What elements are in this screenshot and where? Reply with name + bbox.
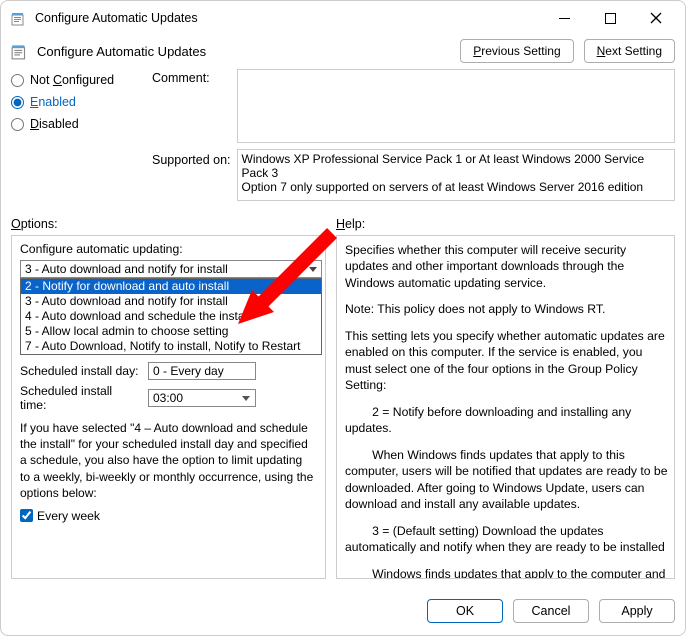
policy-icon	[11, 42, 29, 60]
window-title: Configure Automatic Updates	[35, 11, 541, 25]
minimize-button[interactable]	[541, 3, 587, 33]
dropdown-item[interactable]: 7 - Auto Download, Notify to install, No…	[21, 339, 321, 354]
apply-button[interactable]: Apply	[599, 599, 675, 623]
comment-label: Comment:	[152, 69, 231, 85]
help-text: Specifies whether this computer will rec…	[345, 242, 670, 291]
update-mode-dropdown-list[interactable]: 2 - Notify for download and auto install…	[20, 278, 322, 355]
maximize-button[interactable]	[587, 3, 633, 33]
sched-time-select[interactable]: 03:00	[148, 389, 256, 407]
supported-on-box[interactable]: Windows XP Professional Service Pack 1 o…	[237, 149, 675, 201]
sched-day-label: Scheduled install day:	[20, 364, 140, 378]
previous-setting-button[interactable]: Previous Setting	[460, 39, 573, 63]
sched-time-label: Scheduled install time:	[20, 384, 140, 412]
close-button[interactable]	[633, 3, 679, 33]
help-text: Windows finds updates that apply to the …	[345, 566, 670, 580]
btn-lbl: ext Setting	[605, 44, 662, 58]
help-panel[interactable]: Specifies whether this computer will rec…	[336, 235, 675, 579]
help-text: When Windows finds updates that apply to…	[345, 447, 670, 513]
titlebar[interactable]: Configure Automatic Updates	[1, 1, 685, 35]
options-panel[interactable]: Configure automatic updating: 3 - Auto d…	[11, 235, 326, 579]
policy-icon	[11, 10, 27, 26]
schedule-blurb: If you have selected "4 – Auto download …	[20, 420, 315, 501]
options-label: Options:	[11, 217, 326, 231]
header-title: Configure Automatic Updates	[37, 44, 206, 59]
header: Configure Automatic Updates	[11, 42, 452, 60]
comment-box[interactable]	[237, 69, 675, 143]
ok-button[interactable]: OK	[427, 599, 503, 623]
cancel-button[interactable]: Cancel	[513, 599, 589, 623]
help-text: 3 = (Default setting) Download the updat…	[345, 523, 670, 556]
next-setting-button[interactable]: Next Setting	[584, 39, 675, 63]
dropdown-item[interactable]: 3 - Auto download and notify for install	[21, 294, 321, 309]
every-week-checkbox[interactable]: Every week	[20, 509, 321, 523]
dropdown-item[interactable]: 2 - Notify for download and auto install	[21, 279, 321, 294]
dropdown-item[interactable]: 5 - Allow local admin to choose setting	[21, 324, 321, 339]
update-mode-dropdown[interactable]: 3 - Auto download and notify for install	[20, 260, 322, 278]
radio-disabled[interactable]: Disabled	[11, 117, 146, 131]
help-label: Help:	[336, 217, 365, 231]
radio-not-configured[interactable]: Not Configured	[11, 73, 146, 87]
every-week-label: Every week	[37, 509, 100, 523]
sched-day-select[interactable]: 0 - Every day	[148, 362, 256, 380]
help-text: 2 = Notify before downloading and instal…	[345, 404, 670, 437]
supported-label: Supported on:	[152, 149, 231, 167]
configure-heading: Configure automatic updating:	[20, 242, 321, 256]
help-text: This setting lets you specify whether au…	[345, 328, 670, 394]
radio-enabled[interactable]: Enabled	[11, 95, 146, 109]
btn-lbl: revious Setting	[481, 44, 560, 58]
policy-editor-window: Configure Automatic Updates Configure Au…	[0, 0, 686, 636]
dropdown-item[interactable]: 4 - Auto download and schedule the insta…	[21, 309, 321, 324]
footer: OK Cancel Apply	[1, 589, 685, 635]
help-text: Note: This policy does not apply to Wind…	[345, 301, 670, 317]
